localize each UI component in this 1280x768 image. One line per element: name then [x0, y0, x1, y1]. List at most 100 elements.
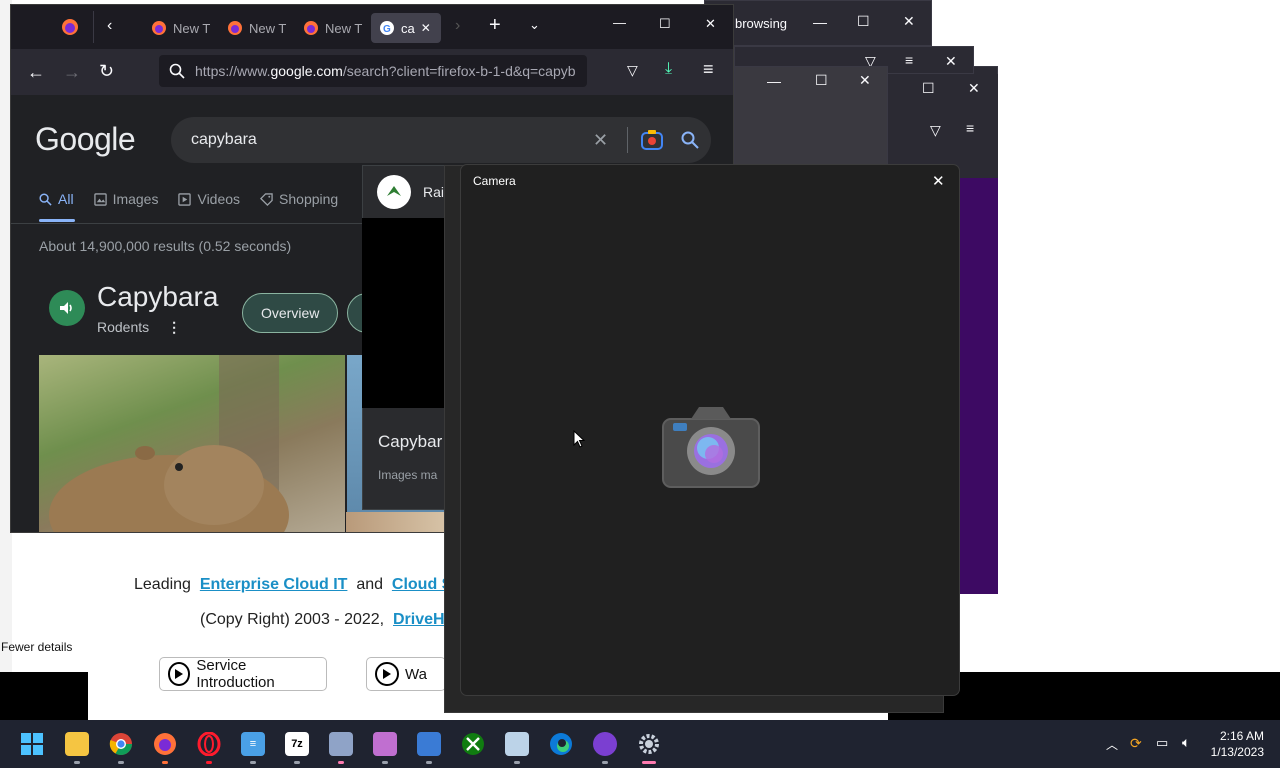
- close-camera-icon[interactable]: ✕: [932, 172, 945, 190]
- app2-icon[interactable]: [417, 732, 441, 756]
- image-icon: [93, 192, 107, 206]
- running-indicator: [162, 761, 168, 764]
- fewer-details-link[interactable]: Fewer details: [1, 640, 72, 654]
- google-search-box[interactable]: capybara ✕: [171, 117, 711, 163]
- file-explorer-icon[interactable]: [65, 732, 89, 756]
- card-subtitle: Images ma: [378, 468, 438, 482]
- system-clock[interactable]: 2:16 AM 1/13/2023: [1211, 728, 1264, 760]
- game-app-icon[interactable]: [593, 732, 617, 756]
- edge-icon[interactable]: [549, 732, 573, 756]
- pocket-icon[interactable]: ▽: [627, 62, 638, 79]
- running-indicator: [514, 761, 520, 764]
- photos-icon[interactable]: [329, 732, 353, 756]
- minimize-icon[interactable]: —: [767, 73, 781, 89]
- overview-pill[interactable]: Overview: [242, 293, 339, 333]
- list-all-tabs-icon[interactable]: ⌄: [529, 17, 540, 33]
- lens-camera-icon[interactable]: [641, 130, 663, 150]
- google-logo[interactable]: Google: [35, 121, 136, 158]
- search-type-tabs: All Images Videos Shopping: [39, 191, 338, 207]
- close-tab-icon[interactable]: ✕: [421, 21, 431, 35]
- network-icon[interactable]: ▭: [1156, 735, 1168, 751]
- back-icon[interactable]: ←: [27, 62, 45, 83]
- tab-images[interactable]: Images: [93, 191, 158, 207]
- more-options-icon[interactable]: ⋮: [167, 319, 181, 336]
- source-favicon: [377, 175, 411, 209]
- sync-icon[interactable]: ⟳: [1130, 735, 1142, 752]
- firefox-view-icon[interactable]: [61, 18, 79, 36]
- service-introduction-button[interactable]: Service Introduction: [159, 657, 327, 691]
- firefox-icon[interactable]: [153, 732, 177, 756]
- app-menu-icon[interactable]: ≡: [703, 59, 714, 80]
- notepad-icon[interactable]: ≡: [241, 732, 265, 756]
- card-title[interactable]: Capybar: [378, 432, 442, 452]
- close-icon[interactable]: ✕: [903, 13, 915, 30]
- results-stats: About 14,900,000 results (0.52 seconds): [39, 238, 292, 254]
- photo-strip: [346, 512, 444, 532]
- maximize-icon[interactable]: ☐: [815, 72, 828, 89]
- clock-date: 1/13/2023: [1210, 745, 1264, 759]
- minimize-icon[interactable]: —: [613, 15, 626, 30]
- camera-title: Camera: [473, 174, 516, 188]
- volume-icon[interactable]: 🔈︎: [1182, 734, 1190, 751]
- chevron-up-icon[interactable]: ︿: [1106, 736, 1118, 753]
- capybara-photo[interactable]: [39, 355, 345, 532]
- firefox-icon: [304, 21, 318, 35]
- running-indicator: [602, 761, 608, 764]
- minimize-icon[interactable]: —: [813, 14, 827, 30]
- maximize-icon[interactable]: ☐: [922, 80, 935, 97]
- pocket-icon[interactable]: ▽: [930, 122, 941, 139]
- forward-icon[interactable]: →: [63, 62, 81, 83]
- enterprise-cloud-link[interactable]: Enterprise Cloud IT: [200, 576, 348, 593]
- running-indicator: [338, 761, 344, 764]
- chrome-icon[interactable]: [109, 732, 133, 756]
- resource-monitor-icon[interactable]: [505, 732, 529, 756]
- new-tab-icon[interactable]: +: [489, 14, 501, 37]
- opera-icon[interactable]: [197, 732, 221, 756]
- card-image-area: [362, 218, 444, 408]
- maximize-icon[interactable]: ☐: [659, 16, 671, 32]
- drivehq-line1: Leading Enterprise Cloud IT and Cloud Su…: [134, 576, 468, 594]
- svg-text:G: G: [383, 24, 391, 35]
- download-icon[interactable]: ⤓: [665, 60, 672, 78]
- drivehq-text: Leading: [134, 576, 191, 593]
- scroll-tabs-right-icon[interactable]: ›: [455, 17, 460, 35]
- 7zip-icon[interactable]: 7z: [285, 732, 309, 756]
- clock-time: 2:16 AM: [1219, 729, 1264, 743]
- settings-icon[interactable]: [637, 732, 661, 756]
- maximize-icon[interactable]: ☐: [857, 13, 870, 30]
- search-submit-icon[interactable]: [681, 131, 699, 149]
- second-button[interactable]: Wa: [366, 657, 446, 691]
- url-bar[interactable]: https://www.google.com/search?client=fir…: [159, 55, 587, 87]
- start-icon[interactable]: [20, 732, 44, 756]
- tab-videos[interactable]: Videos: [178, 191, 240, 207]
- menu-icon[interactable]: ≡: [966, 120, 974, 136]
- back-window-toolbar: ☐ ✕ ▽ ≡: [888, 74, 998, 178]
- back-firefox-window-1: browsing — ☐ ✕: [704, 0, 932, 46]
- tab-new-1[interactable]: New T: [143, 13, 218, 43]
- pronunciation-speaker-icon[interactable]: [49, 290, 85, 326]
- tab-bar: ‹ New T New T New T G ca ✕ › + ⌄ — ☐ ✕: [11, 5, 733, 49]
- tab-google-active[interactable]: G ca ✕: [371, 13, 441, 43]
- reload-icon[interactable]: ↻: [99, 61, 114, 82]
- close-icon[interactable]: ✕: [859, 72, 871, 89]
- tab-label: New T: [173, 20, 211, 36]
- running-indicator: [74, 761, 80, 764]
- tab-all[interactable]: All: [39, 191, 74, 207]
- pill-label: Overview: [261, 305, 320, 321]
- clear-search-icon[interactable]: ✕: [593, 130, 608, 151]
- camera-window: Camera ✕: [460, 164, 960, 696]
- close-icon[interactable]: ✕: [968, 80, 980, 97]
- drivehq-text: and: [356, 576, 384, 593]
- tab-new-2[interactable]: New T: [219, 13, 294, 43]
- tab-shopping[interactable]: Shopping: [260, 191, 338, 207]
- search-icon: [169, 63, 185, 79]
- menu-icon[interactable]: ≡: [905, 52, 913, 68]
- xbox-icon[interactable]: [461, 732, 485, 756]
- firefox-icon: [228, 21, 242, 35]
- app-icon[interactable]: [373, 732, 397, 756]
- close-icon[interactable]: ✕: [945, 53, 957, 70]
- close-window-icon[interactable]: ✕: [705, 16, 716, 32]
- button-label: Service Introduction: [196, 657, 275, 691]
- scroll-tabs-left-icon[interactable]: ‹: [107, 17, 112, 35]
- tab-new-3[interactable]: New T: [295, 13, 370, 43]
